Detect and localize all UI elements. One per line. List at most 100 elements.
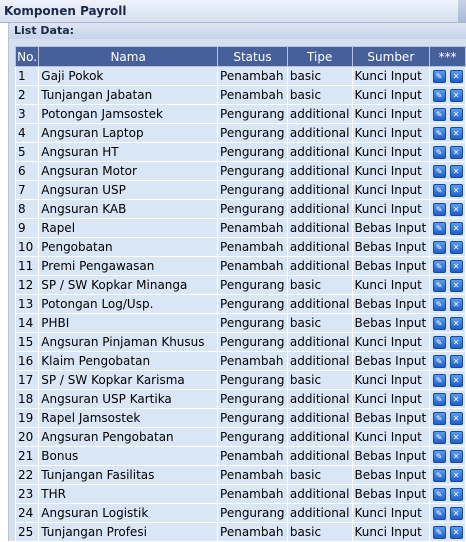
delete-button[interactable]: ✕ — [449, 526, 463, 539]
edit-button[interactable]: ✎ — [432, 469, 446, 482]
cell-tipe: basic — [286, 85, 353, 105]
delete-button[interactable]: ✕ — [449, 70, 463, 83]
table-row[interactable]: 3 Potongan Jamsostek Pengurang additional Ku… — [14, 104, 466, 124]
delete-button[interactable]: ✕ — [449, 469, 463, 482]
table-row[interactable]: 2 Tunjangan Jabatan Penambah basic Kunci Inp… — [14, 85, 466, 105]
table-row[interactable]: 11 Premi Pengawasan Penambah additional Beba… — [14, 256, 466, 276]
edit-button[interactable]: ✎ — [432, 89, 446, 102]
table-row[interactable]: 9 Rapel Penambah additional Bebas Input ✎ ✕ — [14, 218, 466, 238]
table-row[interactable]: 10 Pengobatan Penambah additional Bebas Inpu… — [14, 237, 466, 257]
col-header-tipe[interactable]: Tipe — [286, 46, 353, 67]
cell-status: Pengurang — [217, 370, 288, 390]
col-header-no[interactable]: No. — [14, 46, 40, 67]
delete-button[interactable]: ✕ — [449, 146, 463, 159]
delete-button[interactable]: ✕ — [449, 260, 463, 273]
table-row[interactable]: 25 Tunjangan Profesi Penambah basic Kunci In… — [14, 522, 466, 542]
cell-no: 4 — [14, 123, 40, 143]
cell-actions: ✎ ✕ — [429, 313, 466, 333]
table-row[interactable]: 18 Angsuran USP Kartika Pengurang additiona… — [14, 389, 466, 409]
edit-button[interactable]: ✎ — [432, 108, 446, 121]
cell-sumber: Kunci Input — [351, 142, 431, 162]
cell-tipe: basic — [286, 370, 353, 390]
edit-button[interactable]: ✎ — [432, 298, 446, 311]
wrench-icon: ✎ — [435, 357, 443, 366]
edit-button[interactable]: ✎ — [432, 355, 446, 368]
cell-actions: ✎ ✕ — [429, 370, 466, 390]
delete-button[interactable]: ✕ — [449, 355, 463, 368]
cell-tipe: additional — [286, 446, 353, 466]
table-row[interactable]: 20 Angsuran Pengobatan Pengurang additional… — [14, 427, 466, 447]
table-row[interactable]: 23 THR Penambah additional Bebas Input ✎ ✕ — [14, 484, 466, 504]
edit-button[interactable]: ✎ — [432, 70, 446, 83]
col-header-nama[interactable]: Nama — [38, 46, 219, 67]
edit-button[interactable]: ✎ — [432, 260, 446, 273]
delete-button[interactable]: ✕ — [449, 279, 463, 292]
delete-button[interactable]: ✕ — [449, 184, 463, 197]
delete-button[interactable]: ✕ — [449, 374, 463, 387]
cell-tipe: additional — [286, 427, 353, 447]
delete-button[interactable]: ✕ — [449, 127, 463, 140]
edit-button[interactable]: ✎ — [432, 412, 446, 425]
table-row[interactable]: 21 Bonus Penambah additional Bebas Input ✎ ✕ — [14, 446, 466, 466]
table-row[interactable]: 15 Angsuran Pinjaman Khusus Pengurang addit… — [14, 332, 466, 352]
cell-nama: Potongan Log/Usp. — [38, 294, 219, 314]
edit-button[interactable]: ✎ — [432, 146, 446, 159]
edit-button[interactable]: ✎ — [432, 241, 446, 254]
cell-status: Penambah — [217, 85, 288, 105]
table-row[interactable]: 19 Rapel Jamsostek Pengurang additional Beba… — [14, 408, 466, 428]
delete-button[interactable]: ✕ — [449, 317, 463, 330]
edit-button[interactable]: ✎ — [432, 431, 446, 444]
delete-button[interactable]: ✕ — [449, 241, 463, 254]
cell-status: Pengurang — [217, 161, 288, 181]
table-row[interactable]: 22 Tunjangan Fasilitas Penambah basic Bebas … — [14, 465, 466, 485]
delete-button[interactable]: ✕ — [449, 393, 463, 406]
wrench-icon: ✎ — [435, 433, 443, 442]
col-header-status[interactable]: Status — [217, 46, 288, 67]
edit-button[interactable]: ✎ — [432, 450, 446, 463]
delete-button[interactable]: ✕ — [449, 89, 463, 102]
edit-button[interactable]: ✎ — [432, 222, 446, 235]
table-row[interactable]: 17 SP / SW Kopkar Karisma Pengurang basic Ku… — [14, 370, 466, 390]
table-row[interactable]: 8 Angsuran KAB Pengurang additional Kunci In… — [14, 199, 466, 219]
edit-button[interactable]: ✎ — [432, 203, 446, 216]
edit-button[interactable]: ✎ — [432, 488, 446, 501]
cell-sumber: Kunci Input — [351, 104, 431, 124]
table-row[interactable]: 4 Angsuran Laptop Pengurang additional Kunci… — [14, 123, 466, 143]
table-row[interactable]: 12 SP / SW Kopkar Minanga Pengurang basic Ku… — [14, 275, 466, 295]
edit-button[interactable]: ✎ — [432, 507, 446, 520]
cell-nama: THR — [38, 484, 219, 504]
edit-button[interactable]: ✎ — [432, 317, 446, 330]
delete-button[interactable]: ✕ — [449, 507, 463, 520]
table-row[interactable]: 24 Angsuran Logistik Pengurang additional Ku… — [14, 503, 466, 523]
table-row[interactable]: 5 Angsuran HT Pengurang additional Kunci Inp… — [14, 142, 466, 162]
edit-button[interactable]: ✎ — [432, 184, 446, 197]
delete-button[interactable]: ✕ — [449, 203, 463, 216]
cell-nama: Pengobatan — [38, 237, 219, 257]
delete-button[interactable]: ✕ — [449, 431, 463, 444]
wrench-icon: ✎ — [435, 281, 443, 290]
edit-button[interactable]: ✎ — [432, 279, 446, 292]
edit-button[interactable]: ✎ — [432, 336, 446, 349]
cell-tipe: additional — [286, 256, 353, 276]
edit-button[interactable]: ✎ — [432, 393, 446, 406]
delete-button[interactable]: ✕ — [449, 412, 463, 425]
table-row[interactable]: 14 PHBI Pengurang basic Bebas Input ✎ ✕ — [14, 313, 466, 333]
edit-button[interactable]: ✎ — [432, 165, 446, 178]
delete-button[interactable]: ✕ — [449, 488, 463, 501]
col-header-sumber[interactable]: Sumber — [351, 46, 431, 67]
delete-button[interactable]: ✕ — [449, 298, 463, 311]
table-row[interactable]: 16 Klaim Pengobatan Penambah additional Beba… — [14, 351, 466, 371]
delete-button[interactable]: ✕ — [449, 222, 463, 235]
cell-no: 18 — [14, 389, 40, 409]
delete-button[interactable]: ✕ — [449, 108, 463, 121]
delete-button[interactable]: ✕ — [449, 450, 463, 463]
edit-button[interactable]: ✎ — [432, 526, 446, 539]
table-row[interactable]: 6 Angsuran Motor Pengurang additional Kunci … — [14, 161, 466, 181]
delete-button[interactable]: ✕ — [449, 165, 463, 178]
table-row[interactable]: 7 Angsuran USP Pengurang additional Kunci In… — [14, 180, 466, 200]
edit-button[interactable]: ✎ — [432, 374, 446, 387]
edit-button[interactable]: ✎ — [432, 127, 446, 140]
table-row[interactable]: 13 Potongan Log/Usp. Pengurang additional Be… — [14, 294, 466, 314]
table-row[interactable]: 1 Gaji Pokok Penambah basic Kunci Input ✎ ✕ — [14, 66, 466, 86]
delete-button[interactable]: ✕ — [449, 336, 463, 349]
